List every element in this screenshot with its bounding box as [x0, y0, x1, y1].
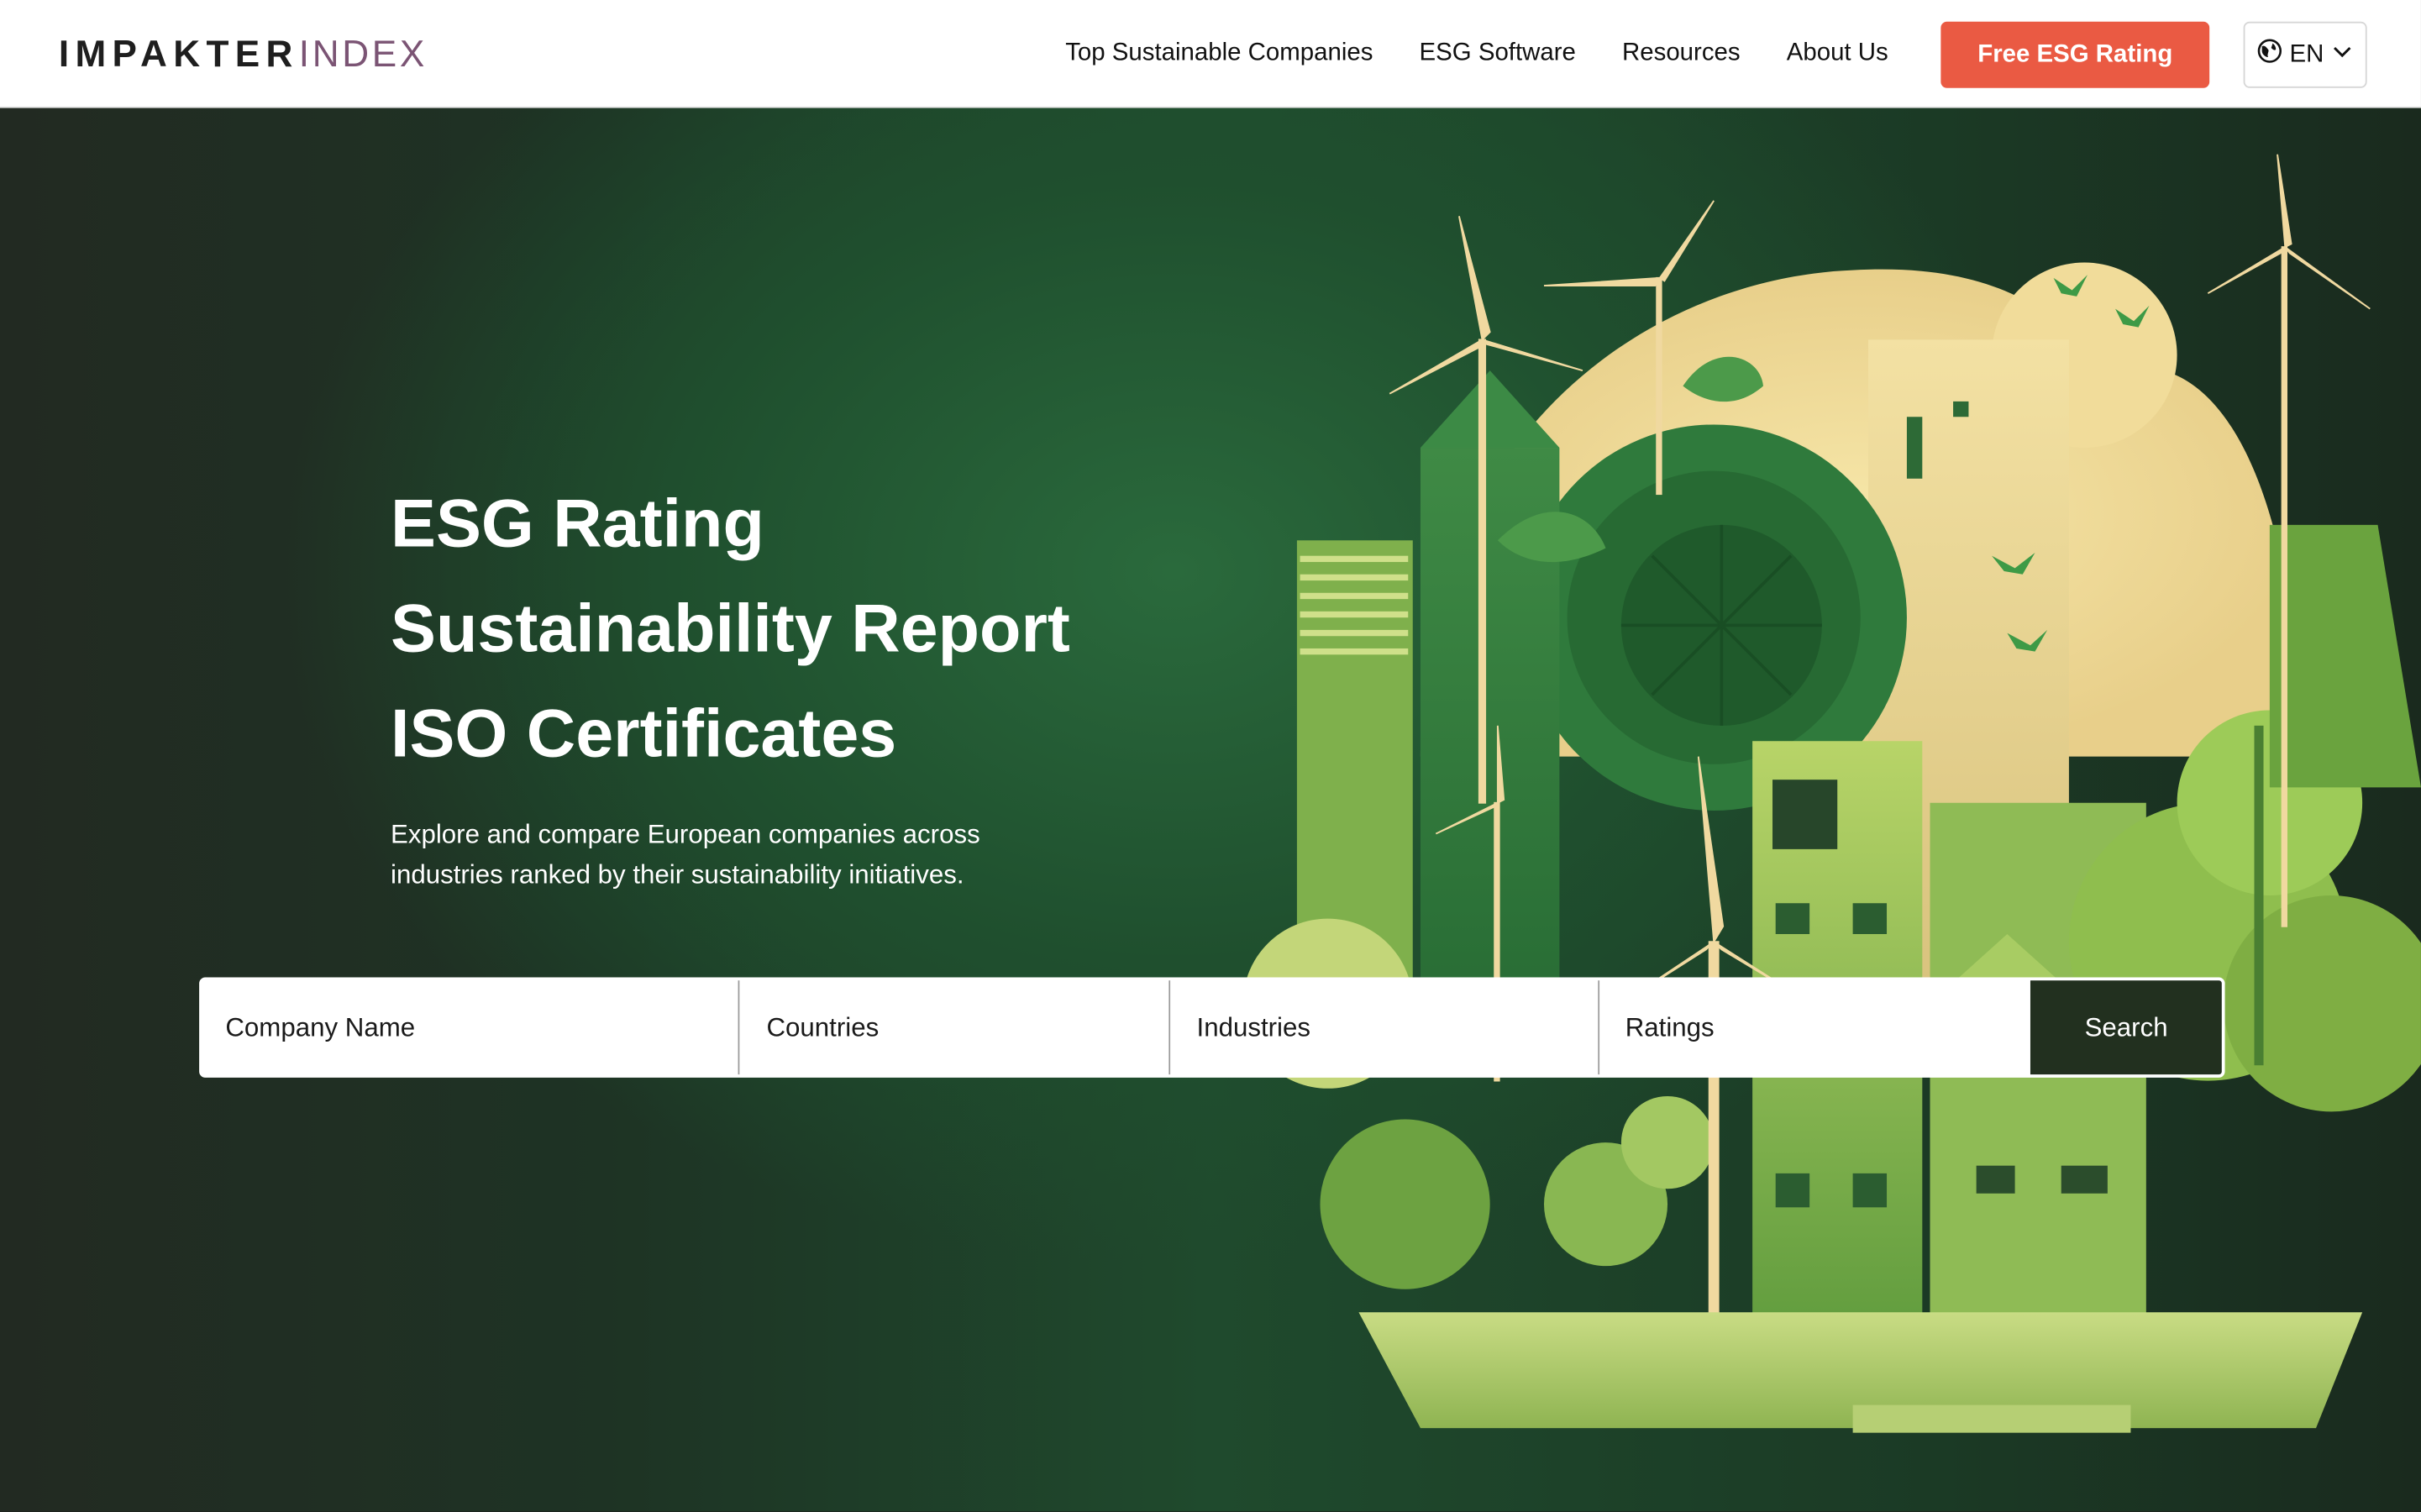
hero-illustration: [1242, 154, 2421, 1433]
company-search-bar: Search: [199, 977, 2225, 1078]
countries-select[interactable]: [740, 980, 1171, 1075]
main-nav: Top Sustainable Companies ESG Software R…: [1065, 37, 1935, 71]
language-selector[interactable]: EN: [2243, 21, 2367, 88]
industries-select[interactable]: [1170, 980, 1599, 1075]
site-header: IMPAKTERINDEX Top Sustainable Companies …: [0, 0, 2421, 108]
company-name-input[interactable]: [202, 980, 741, 1075]
search-button[interactable]: Search: [2030, 980, 2222, 1075]
free-esg-rating-button[interactable]: Free ESG Rating: [1940, 21, 2210, 88]
logo-primary: IMPAKTER: [58, 34, 299, 76]
nav-item-top-sustainable-companies[interactable]: Top Sustainable Companies: [1065, 37, 1373, 71]
logo[interactable]: IMPAKTERINDEX: [59, 34, 428, 76]
hero-title: ESG Rating Sustainability Report ISO Cer…: [391, 472, 1070, 787]
hero-section: ESG Rating Sustainability Report ISO Cer…: [0, 108, 2421, 1512]
globe-icon: [2257, 39, 2282, 71]
nav-item-resources[interactable]: Resources: [1622, 37, 1741, 71]
hero-description: Explore and compare European companies a…: [391, 819, 980, 890]
chevron-down-icon: [2332, 40, 2354, 70]
language-code: EN: [2289, 40, 2324, 67]
page: IMPAKTERINDEX Top Sustainable Companies …: [0, 0, 2421, 1512]
hero-title-line-esg-rating: ESG Rating: [391, 486, 764, 563]
nav-item-about-us[interactable]: About Us: [1787, 37, 1888, 71]
logo-secondary: INDEX: [298, 34, 428, 76]
hero-title-line-sustainability-report: Sustainability Report: [391, 591, 1070, 668]
ratings-select[interactable]: [1599, 980, 2031, 1075]
hero-title-line-iso-certificates: ISO Certificates: [391, 696, 897, 772]
nav-item-esg-software[interactable]: ESG Software: [1420, 37, 1576, 71]
